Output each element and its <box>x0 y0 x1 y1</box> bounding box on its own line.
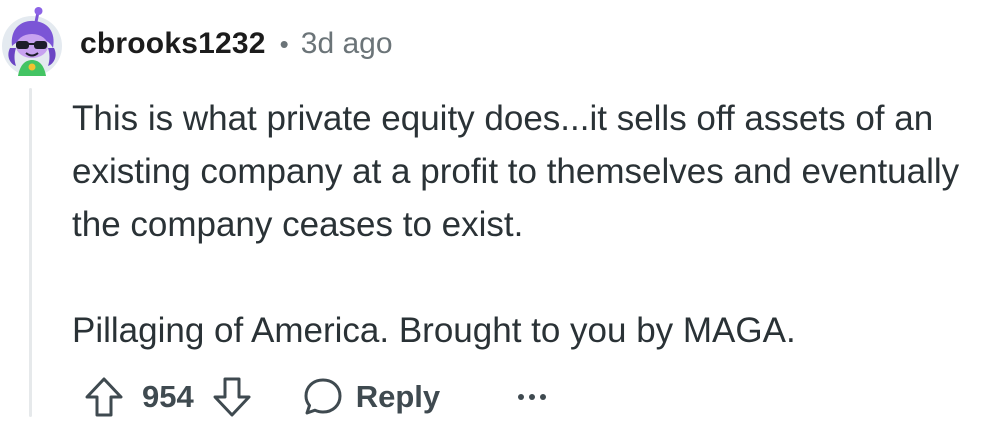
timestamp[interactable]: 3d ago <box>301 27 393 61</box>
reply-label: Reply <box>355 379 441 414</box>
thread-line[interactable] <box>29 88 32 417</box>
ellipsis-icon <box>518 394 547 400</box>
comment-body: This is what private equity does...it se… <box>72 92 997 357</box>
comment-paragraph: This is what private equity does...it se… <box>72 99 960 244</box>
comment-actions: 954 Reply <box>80 372 552 422</box>
comment-card: cbrooks1232 • 3d ago This is what privat… <box>0 0 1000 417</box>
reply-button[interactable]: Reply <box>302 376 440 418</box>
comment-meta: cbrooks1232 • 3d ago <box>80 22 393 66</box>
speech-bubble-icon <box>304 378 342 415</box>
vote-score: 954 <box>142 379 194 414</box>
username[interactable]: cbrooks1232 <box>80 27 266 61</box>
avatar[interactable] <box>0 6 66 78</box>
upvote-button[interactable] <box>80 373 128 421</box>
meta-separator: • <box>279 28 289 59</box>
more-options-button[interactable] <box>512 377 552 417</box>
upvote-arrow-icon <box>85 377 123 417</box>
downvote-button[interactable] <box>208 373 256 421</box>
avatar-icon <box>2 7 62 76</box>
comment-paragraph: Pillaging of America. Brought to you by … <box>72 311 796 350</box>
downvote-arrow-icon <box>213 377 251 417</box>
